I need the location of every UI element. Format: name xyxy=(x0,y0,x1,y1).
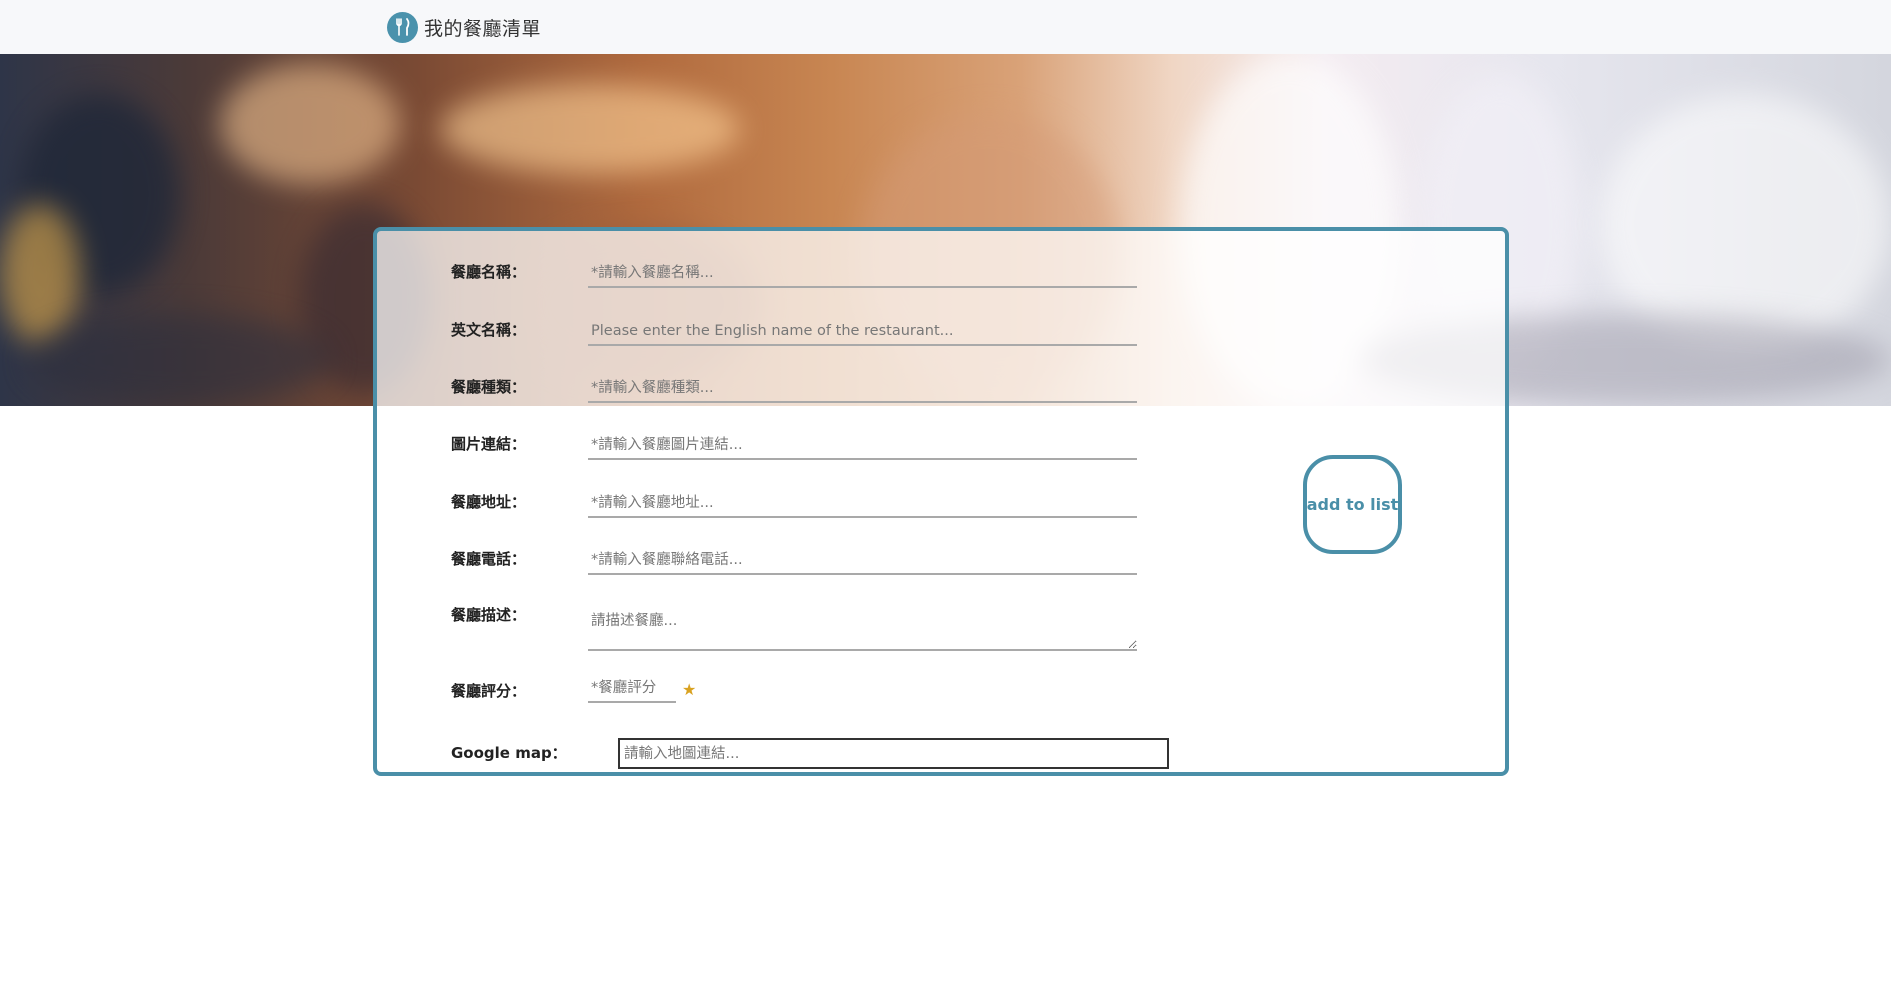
rating-group: ★ xyxy=(588,675,696,703)
name-input[interactable] xyxy=(588,260,1137,288)
image-input[interactable] xyxy=(588,432,1137,460)
rating-input[interactable] xyxy=(588,675,676,703)
utensils-icon xyxy=(387,11,418,43)
google-map-label: Google map： xyxy=(451,744,567,762)
rating-label: 餐廳評分： xyxy=(451,682,527,700)
add-to-list-button[interactable]: add to list xyxy=(1303,455,1402,554)
brand-title: 我的餐廳清單 xyxy=(424,17,542,40)
image-label: 圖片連結： xyxy=(451,435,527,453)
restaurant-form: 餐廳名稱： 英文名稱： 餐廳種類： 圖片連結： 餐廳地址： 餐廳電話： 餐廳描述… xyxy=(373,227,1509,776)
location-input[interactable] xyxy=(588,490,1137,518)
phone-input[interactable] xyxy=(588,547,1137,575)
navbar: 我的餐廳清單 xyxy=(0,0,1891,54)
brand-link[interactable]: 我的餐廳清單 xyxy=(387,11,541,43)
phone-label: 餐廳電話： xyxy=(451,550,527,568)
category-label: 餐廳種類： xyxy=(451,378,527,396)
location-label: 餐廳地址： xyxy=(451,493,527,511)
name-label: 餐廳名稱： xyxy=(451,263,527,281)
google-map-input[interactable] xyxy=(618,738,1169,769)
name-en-input[interactable] xyxy=(588,318,1137,346)
name-en-label: 英文名稱： xyxy=(451,321,527,339)
description-textarea[interactable] xyxy=(588,603,1137,651)
star-icon: ★ xyxy=(682,679,697,699)
description-label: 餐廳描述： xyxy=(451,606,527,624)
category-input[interactable] xyxy=(588,375,1137,403)
